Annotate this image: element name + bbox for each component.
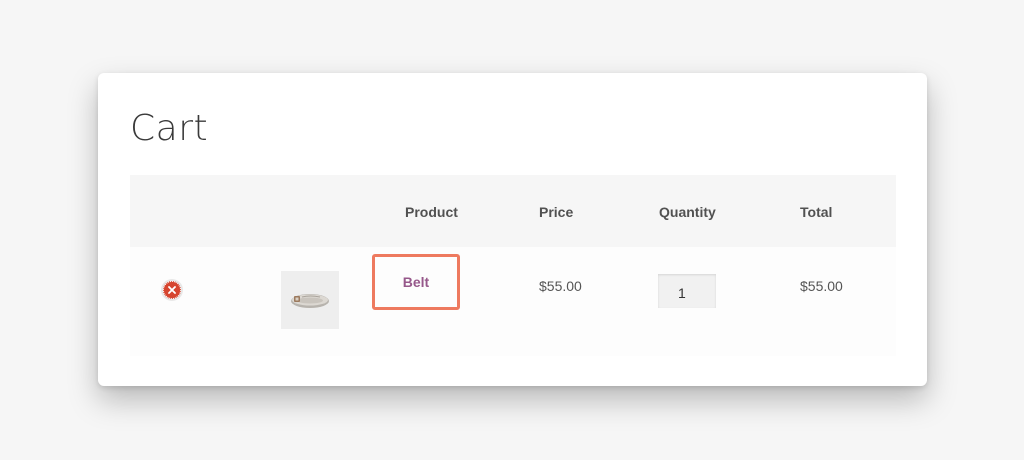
- close-circle-icon: [163, 281, 181, 299]
- table-header: Product Price Quantity Total: [130, 175, 896, 247]
- cart-table: Product Price Quantity Total Belt $55.00…: [130, 175, 896, 356]
- line-total: $55.00: [800, 278, 843, 294]
- header-product: Product: [405, 204, 458, 220]
- product-price: $55.00: [539, 278, 582, 294]
- remove-item-button[interactable]: [161, 279, 183, 301]
- cart-card: Cart Product Price Quantity Total Belt $…: [98, 73, 927, 386]
- quantity-input[interactable]: [658, 274, 716, 308]
- belt-product-image: [291, 294, 329, 308]
- page-title: Cart: [130, 108, 209, 149]
- header-quantity: Quantity: [659, 204, 716, 220]
- product-name-link[interactable]: Belt: [372, 254, 460, 310]
- header-price: Price: [539, 204, 574, 220]
- table-row: Belt $55.00 $55.00: [130, 247, 896, 356]
- header-total: Total: [800, 204, 833, 220]
- product-thumbnail[interactable]: [281, 271, 339, 329]
